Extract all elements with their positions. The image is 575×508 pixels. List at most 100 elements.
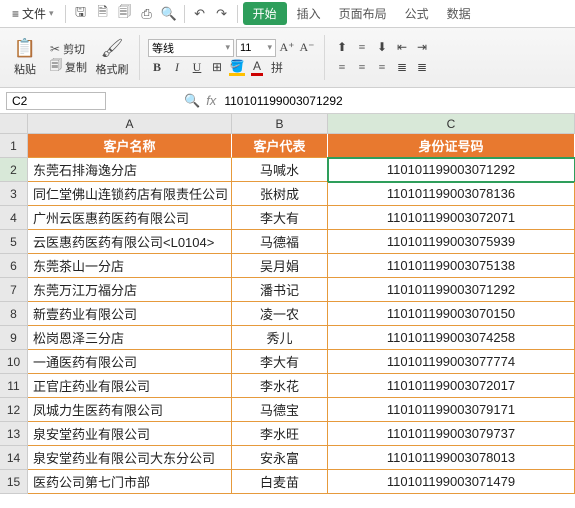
decrease-indent-button[interactable]: ⇤ xyxy=(393,39,411,57)
cell-representative[interactable]: 张树成 xyxy=(232,182,328,206)
tab-data[interactable]: 数据 xyxy=(439,2,479,25)
font-size-combo[interactable]: 11▾ xyxy=(236,39,276,57)
cell-customer-name[interactable]: 广州云医惠药医药有限公司 xyxy=(28,206,232,230)
cell-customer-name[interactable]: 新壹药业有限公司 xyxy=(28,302,232,326)
row-header-1[interactable]: 1 xyxy=(0,134,28,158)
row-header[interactable]: 7 xyxy=(0,278,28,302)
border-button[interactable]: ⊞ xyxy=(208,59,226,77)
cell-representative[interactable]: 凌一农 xyxy=(232,302,328,326)
fx-icon[interactable]: fx xyxy=(206,93,216,108)
cell-customer-name[interactable]: 同仁堂佛山连锁药店有限责任公司 xyxy=(28,182,232,206)
tab-formula[interactable]: 公式 xyxy=(397,2,437,25)
cell-id-number[interactable]: 110101199003071292 xyxy=(328,158,575,182)
row-header[interactable]: 4 xyxy=(0,206,28,230)
cell-id-number[interactable]: 110101199003071292 xyxy=(328,278,575,302)
cell-id-number[interactable]: 110101199003074258 xyxy=(328,326,575,350)
row-header[interactable]: 9 xyxy=(0,326,28,350)
align-center-button[interactable]: ≡ xyxy=(353,59,371,77)
increase-font-button[interactable]: A⁺ xyxy=(278,39,296,57)
cell-id-number[interactable]: 110101199003079171 xyxy=(328,398,575,422)
justify-button[interactable]: ≣ xyxy=(393,59,411,77)
header-cell-rep[interactable]: 客户代表 xyxy=(232,134,328,158)
fill-color-button[interactable]: 🪣 xyxy=(228,59,246,77)
cell-customer-name[interactable]: 凤城力生医药有限公司 xyxy=(28,398,232,422)
cell-representative[interactable]: 秀儿 xyxy=(232,326,328,350)
row-header[interactable]: 6 xyxy=(0,254,28,278)
cell-customer-name[interactable]: 松岗恩泽三分店 xyxy=(28,326,232,350)
font-color-button[interactable]: A xyxy=(248,59,266,77)
cell-representative[interactable]: 白麦苗 xyxy=(232,470,328,494)
print-icon[interactable]: ⎙ xyxy=(137,4,157,24)
cell-customer-name[interactable]: 云医惠药医药有限公司<L0104> xyxy=(28,230,232,254)
cell-id-number[interactable]: 110101199003077774 xyxy=(328,350,575,374)
font-name-combo[interactable]: 等线▾ xyxy=(148,39,234,57)
cell-representative[interactable]: 马德福 xyxy=(232,230,328,254)
cell-id-number[interactable]: 110101199003078136 xyxy=(328,182,575,206)
cell-customer-name[interactable]: 正官庄药业有限公司 xyxy=(28,374,232,398)
format-painter-button[interactable]: 🖌 格式刷 xyxy=(93,32,131,84)
phonetic-button[interactable]: 拼 xyxy=(268,59,286,77)
name-box[interactable]: C2 xyxy=(6,92,106,110)
align-middle-button[interactable]: ≡ xyxy=(353,39,371,57)
cell-id-number[interactable]: 110101199003075138 xyxy=(328,254,575,278)
tab-start[interactable]: 开始 xyxy=(243,2,287,25)
header-cell-id[interactable]: 身份证号码 xyxy=(328,134,575,158)
copy-button[interactable]: 🗐复制 xyxy=(46,59,91,75)
cell-id-number[interactable]: 110101199003075939 xyxy=(328,230,575,254)
decrease-font-button[interactable]: A⁻ xyxy=(298,39,316,57)
cell-representative[interactable]: 潘书记 xyxy=(232,278,328,302)
cell-customer-name[interactable]: 东莞石排海逸分店 xyxy=(28,158,232,182)
row-header[interactable]: 13 xyxy=(0,422,28,446)
underline-button[interactable]: U xyxy=(188,59,206,77)
cell-id-number[interactable]: 110101199003072071 xyxy=(328,206,575,230)
redo-icon[interactable]: ↷ xyxy=(212,4,232,24)
cell-customer-name[interactable]: 一通医药有限公司 xyxy=(28,350,232,374)
cell-representative[interactable]: 李水旺 xyxy=(232,422,328,446)
row-header[interactable]: 14 xyxy=(0,446,28,470)
row-header[interactable]: 5 xyxy=(0,230,28,254)
cell-customer-name[interactable]: 泉安堂药业有限公司大东分公司 xyxy=(28,446,232,470)
align-top-button[interactable]: ⬆ xyxy=(333,39,351,57)
align-right-button[interactable]: ≡ xyxy=(373,59,391,77)
cell-representative[interactable]: 安永富 xyxy=(232,446,328,470)
print-preview-icon[interactable]: 🔍 xyxy=(159,4,179,24)
paste-button[interactable]: 📋 粘贴 xyxy=(6,32,44,84)
cell-representative[interactable]: 李水花 xyxy=(232,374,328,398)
row-header[interactable]: 10 xyxy=(0,350,28,374)
header-cell-name[interactable]: 客户名称 xyxy=(28,134,232,158)
row-header[interactable]: 3 xyxy=(0,182,28,206)
col-header-B[interactable]: B xyxy=(232,114,328,134)
formula-input[interactable] xyxy=(222,92,569,110)
zoom-ref-icon[interactable]: 🔍 xyxy=(184,93,200,109)
cell-id-number[interactable]: 110101199003079737 xyxy=(328,422,575,446)
cell-representative[interactable]: 吴月娟 xyxy=(232,254,328,278)
bold-button[interactable]: B xyxy=(148,59,166,77)
cell-representative[interactable]: 李大有 xyxy=(232,206,328,230)
cell-customer-name[interactable]: 东莞万江万福分店 xyxy=(28,278,232,302)
row-header[interactable]: 12 xyxy=(0,398,28,422)
cell-representative[interactable]: 李大有 xyxy=(232,350,328,374)
cell-customer-name[interactable]: 泉安堂药业有限公司 xyxy=(28,422,232,446)
col-header-A[interactable]: A xyxy=(28,114,232,134)
cell-id-number[interactable]: 110101199003072017 xyxy=(328,374,575,398)
row-header[interactable]: 8 xyxy=(0,302,28,326)
cell-id-number[interactable]: 110101199003070150 xyxy=(328,302,575,326)
file-menu[interactable]: ≡ 文件 ▾ xyxy=(6,3,60,24)
cell-representative[interactable]: 马喊水 xyxy=(232,158,328,182)
align-bottom-button[interactable]: ⬇ xyxy=(373,39,391,57)
cell-id-number[interactable]: 110101199003078013 xyxy=(328,446,575,470)
increase-indent-button[interactable]: ⇥ xyxy=(413,39,431,57)
cell-id-number[interactable]: 110101199003071479 xyxy=(328,470,575,494)
cell-customer-name[interactable]: 东莞茶山一分店 xyxy=(28,254,232,278)
row-header[interactable]: 2 xyxy=(0,158,28,182)
tab-insert[interactable]: 插入 xyxy=(289,2,329,25)
save-as-icon[interactable]: 🗎 xyxy=(93,4,113,24)
cell-representative[interactable]: 马德宝 xyxy=(232,398,328,422)
undo-icon[interactable]: ↶ xyxy=(190,4,210,24)
align-left-button[interactable]: ≡ xyxy=(333,59,351,77)
export-pdf-icon[interactable]: 🗐 xyxy=(115,4,135,24)
col-header-C[interactable]: C xyxy=(328,114,575,134)
row-header[interactable]: 15 xyxy=(0,470,28,494)
distribute-button[interactable]: ≣ xyxy=(413,59,431,77)
tab-layout[interactable]: 页面布局 xyxy=(331,2,395,25)
